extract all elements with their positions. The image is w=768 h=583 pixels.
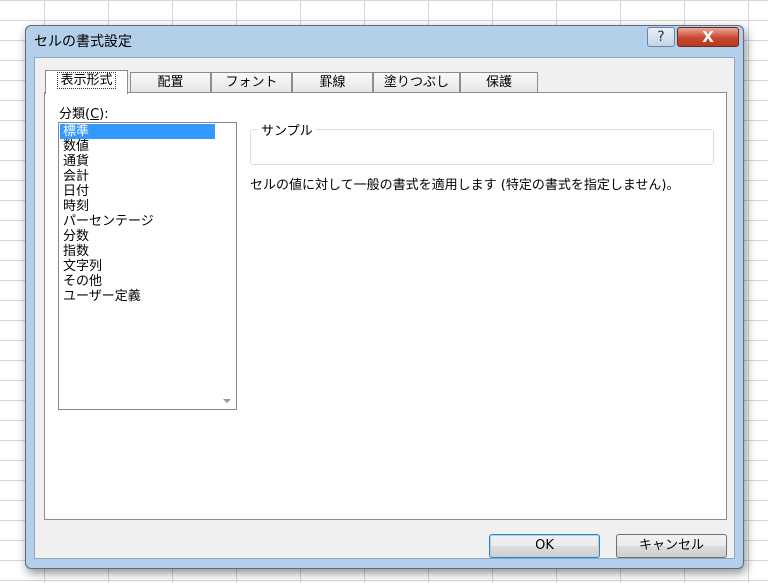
tab-border[interactable]: 罫線 [292, 72, 373, 93]
tab-fill[interactable]: 塗りつぶし [373, 72, 460, 93]
sample-box [250, 129, 714, 165]
tab-number-format[interactable]: 表示形式 [45, 70, 128, 94]
format-cells-dialog: セルの書式設定 ? X 表示形式 配置 フォント 罫線 塗りつぶし 保護 分類(… [25, 25, 744, 569]
tab-alignment[interactable]: 配置 [130, 72, 211, 93]
category-item-text[interactable]: 文字列 [60, 259, 215, 274]
category-item-general[interactable]: 標準 [60, 124, 215, 139]
category-item-custom[interactable]: ユーザー定義 [60, 289, 215, 304]
title-bar[interactable]: セルの書式設定 ? X [26, 26, 743, 56]
category-scrollbar[interactable] [219, 123, 236, 409]
help-button[interactable]: ? [647, 27, 675, 47]
tab-protection[interactable]: 保護 [460, 72, 538, 93]
category-list: 標準 数値 通貨 会計 日付 時刻 パーセンテージ 分数 指数 文字列 その他 … [60, 124, 215, 304]
cancel-button[interactable]: キャンセル [616, 534, 727, 558]
category-item-percentage[interactable]: パーセンテージ [60, 214, 215, 229]
tab-panel-number-format: 分類(C): 標準 数値 通貨 会計 日付 時刻 パーセンテージ 分数 指数 文… [44, 92, 727, 520]
category-item-date[interactable]: 日付 [60, 184, 215, 199]
category-label: 分類(C): [59, 107, 109, 122]
category-item-currency[interactable]: 通貨 [60, 154, 215, 169]
help-icon: ? [657, 29, 665, 45]
category-item-scientific[interactable]: 指数 [60, 244, 215, 259]
category-listbox[interactable]: 標準 数値 通貨 会計 日付 時刻 パーセンテージ 分数 指数 文字列 その他 … [58, 122, 237, 410]
dialog-title: セルの書式設定 [34, 34, 132, 50]
sample-label: サンプル [258, 120, 316, 139]
ok-button[interactable]: OK [489, 534, 600, 558]
category-item-number[interactable]: 数値 [60, 139, 215, 154]
close-icon: X [702, 28, 714, 46]
tab-font[interactable]: フォント [211, 72, 292, 93]
category-item-special[interactable]: その他 [60, 274, 215, 289]
dialog-client-area: 表示形式 配置 フォント 罫線 塗りつぶし 保護 分類(C): 標準 数値 通貨… [34, 57, 735, 559]
close-button[interactable]: X [677, 27, 739, 47]
category-item-accounting[interactable]: 会計 [60, 169, 215, 184]
scroll-down-icon[interactable] [223, 399, 231, 403]
category-item-time[interactable]: 時刻 [60, 199, 215, 214]
format-description: セルの値に対して一般の書式を適用します (特定の書式を指定しません)。 [250, 178, 680, 193]
category-item-fraction[interactable]: 分数 [60, 229, 215, 244]
